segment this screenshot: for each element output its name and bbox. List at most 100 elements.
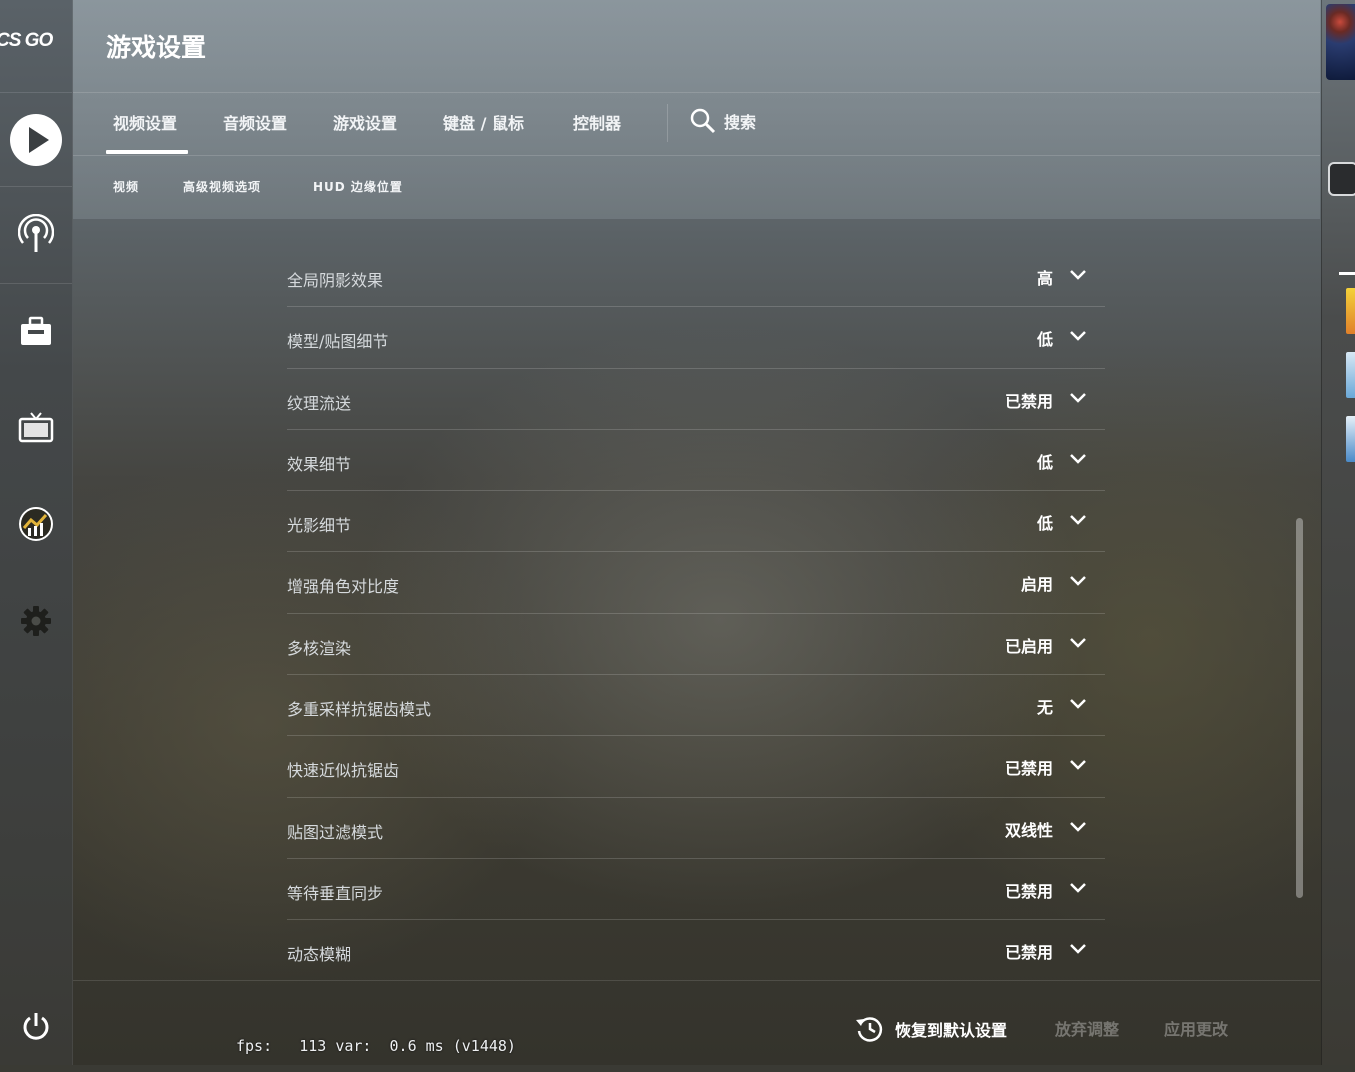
setting-row[interactable]: 贴图过滤模式 双线性 — [287, 798, 1105, 859]
setting-value[interactable]: 低 — [1037, 510, 1053, 534]
setting-label: 全局阴影效果 — [287, 271, 384, 290]
setting-label: 效果细节 — [287, 454, 352, 474]
setting-value[interactable]: 低 — [1037, 326, 1053, 350]
chevron-down-icon[interactable] — [1069, 820, 1087, 834]
csgo-logo[interactable]: CS GO — [0, 0, 72, 93]
setting-value[interactable]: 已禁用 — [1005, 755, 1053, 779]
power-button[interactable] — [0, 980, 72, 1072]
chevron-down-icon[interactable] — [1069, 636, 1087, 650]
setting-row[interactable]: 增强角色对比度 启用 — [287, 552, 1105, 614]
active-tab-indicator — [106, 150, 188, 154]
subtab-hud-edge[interactable]: HUD 边缘位置 — [313, 178, 403, 195]
stats-button[interactable] — [0, 478, 72, 570]
setting-row[interactable]: 效果细节 低 — [287, 430, 1105, 492]
footer-divider — [73, 980, 1320, 981]
tab-controller[interactable]: 控制器 — [573, 110, 621, 134]
broadcast-icon — [18, 214, 54, 252]
sidebar-divider — [0, 186, 72, 187]
setting-label: 多重采样抗锯齿模式 — [287, 700, 432, 720]
main-sidebar: CS GO — [0, 0, 73, 1065]
friends-panel-edge — [1321, 0, 1355, 1065]
chevron-down-icon[interactable] — [1069, 881, 1087, 895]
tab-video[interactable]: 视频设置 — [113, 110, 177, 134]
chevron-down-icon[interactable] — [1069, 391, 1087, 405]
setting-row[interactable]: 等待垂直同步 已禁用 — [287, 859, 1105, 921]
chevron-down-icon[interactable] — [1069, 942, 1087, 956]
setting-label: 贴图过滤模式 — [287, 822, 384, 842]
chevron-down-icon[interactable] — [1069, 513, 1087, 527]
search-button[interactable]: 搜索 — [690, 108, 756, 134]
settings-header: 游戏设置 视频设置 音频设置 游戏设置 键盘 / 鼠标 控制器 搜索 视频 高级… — [73, 0, 1320, 219]
setting-row[interactable]: 动态模糊 已禁用 — [287, 920, 1105, 981]
header-divider — [73, 92, 1320, 93]
restore-history-icon — [856, 1017, 883, 1042]
setting-label: 等待垂直同步 — [287, 883, 384, 903]
panel-divider — [1339, 272, 1355, 275]
play-icon — [10, 114, 62, 166]
apply-changes-button[interactable]: 应用更改 — [1164, 1016, 1228, 1040]
chevron-down-icon[interactable] — [1069, 758, 1087, 772]
inventory-button[interactable] — [0, 285, 72, 377]
video-settings-list: 全局阴影效果 高 模型/贴图细节 低 纹理流送 已禁用 效果细节 低 光影细节 … — [287, 246, 1105, 982]
tab-game[interactable]: 游戏设置 — [333, 110, 397, 134]
restore-defaults-label: 恢复到默认设置 — [895, 1021, 1008, 1040]
restore-defaults-button[interactable]: 恢复到默认设置 — [855, 1014, 1007, 1044]
watch-button[interactable] — [0, 188, 72, 280]
settings-button[interactable] — [0, 575, 72, 667]
setting-label: 增强角色对比度 — [287, 577, 400, 597]
setting-value[interactable]: 高 — [1037, 265, 1053, 289]
stats-icon — [19, 507, 53, 541]
header-divider — [73, 155, 1320, 156]
setting-label: 快速近似抗锯齿 — [287, 761, 400, 781]
fps-counter: fps: 113 var: 0.6 ms (v1448) — [236, 1037, 516, 1055]
play-button[interactable] — [0, 94, 72, 186]
page-title: 游戏设置 — [106, 33, 207, 62]
tv-icon — [18, 412, 54, 443]
logo-text: CS GO — [0, 30, 53, 51]
setting-row[interactable]: 全局阴影效果 高 — [287, 246, 1105, 308]
setting-row[interactable]: 光影细节 低 — [287, 491, 1105, 553]
setting-row[interactable]: 快速近似抗锯齿 已禁用 — [287, 736, 1105, 798]
setting-value[interactable]: 已禁用 — [1005, 388, 1053, 412]
chevron-down-icon[interactable] — [1069, 574, 1087, 588]
setting-value[interactable]: 启用 — [1021, 571, 1053, 595]
power-icon — [23, 1013, 49, 1040]
tab-audio[interactable]: 音频设置 — [223, 110, 287, 134]
setting-label: 多核渲染 — [287, 638, 352, 658]
sidebar-divider — [0, 283, 72, 284]
friend-thumbnail[interactable] — [1346, 352, 1355, 398]
setting-value[interactable]: 已禁用 — [1005, 878, 1053, 902]
chevron-down-icon[interactable] — [1069, 697, 1087, 711]
tab-keyboard-mouse[interactable]: 键盘 / 鼠标 — [443, 110, 524, 134]
setting-row[interactable]: 模型/贴图细节 低 — [287, 307, 1105, 369]
tab-separator — [667, 104, 668, 142]
setting-label: 纹理流送 — [287, 393, 352, 413]
panel-toggle-button[interactable] — [1328, 162, 1355, 196]
setting-label: 动态模糊 — [287, 945, 352, 965]
inventory-icon — [21, 316, 51, 345]
search-icon — [690, 108, 716, 134]
friend-thumbnail[interactable] — [1346, 416, 1355, 462]
player-avatar[interactable] — [1326, 4, 1355, 80]
gear-icon — [21, 606, 51, 636]
friend-thumbnail[interactable] — [1346, 288, 1355, 334]
setting-row[interactable]: 多核渲染 已启用 — [287, 614, 1105, 676]
settings-scrollbar[interactable] — [1296, 518, 1303, 898]
setting-row[interactable]: 多重采样抗锯齿模式 无 — [287, 675, 1105, 737]
setting-label: 光影细节 — [287, 516, 352, 536]
chevron-down-icon[interactable] — [1069, 329, 1087, 343]
tv-button[interactable] — [0, 382, 72, 474]
setting-value[interactable]: 双线性 — [1005, 817, 1053, 841]
setting-value[interactable]: 已启用 — [1005, 633, 1053, 657]
search-label: 搜索 — [724, 113, 757, 132]
setting-value[interactable]: 已禁用 — [1005, 939, 1053, 963]
setting-value[interactable]: 低 — [1037, 449, 1053, 473]
subtab-advanced-video[interactable]: 高级视频选项 — [183, 178, 261, 195]
setting-label: 模型/贴图细节 — [287, 332, 389, 352]
setting-value[interactable]: 无 — [1037, 694, 1053, 718]
chevron-down-icon[interactable] — [1069, 452, 1087, 466]
discard-changes-button[interactable]: 放弃调整 — [1055, 1016, 1119, 1040]
chevron-down-icon[interactable] — [1069, 268, 1087, 282]
setting-row[interactable]: 纹理流送 已禁用 — [287, 369, 1105, 430]
subtab-video[interactable]: 视频 — [113, 178, 139, 195]
